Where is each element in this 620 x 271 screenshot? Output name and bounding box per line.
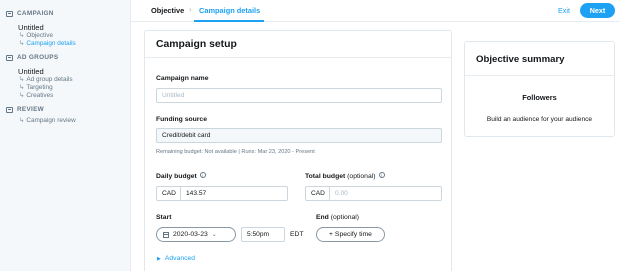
start-date-value: 2020-03-23: [173, 231, 208, 238]
sidebar-section-review: REVIEW ↳ Campaign review: [6, 105, 130, 125]
sidebar-section-ad-groups: AD GROUPS Untitled ↳ Ad group details ↳ …: [6, 53, 130, 100]
sidebar-item-ad-group-details[interactable]: ↳ Ad group details: [19, 76, 130, 84]
sidebar-item-label: Ad group details: [26, 76, 73, 83]
sidebar-section-header: REVIEW: [6, 105, 130, 114]
sidebar-item-creatives[interactable]: ↳ Creatives: [19, 92, 130, 100]
daily-budget-value: 143.57: [186, 190, 207, 197]
summary-description: Build an audience for your audience: [486, 116, 593, 123]
summary-title: Objective summary: [465, 42, 614, 76]
optional-text: (optional): [330, 214, 360, 221]
end-label: End (optional): [316, 214, 359, 221]
advanced-label: Advanced: [164, 255, 196, 262]
start-time-input[interactable]: 5:50pm: [241, 227, 285, 242]
daily-budget-input[interactable]: CAD 143.57: [156, 186, 288, 201]
exit-link[interactable]: Exit: [558, 6, 570, 15]
currency-prefix: CAD: [306, 187, 330, 200]
review-icon: [6, 106, 13, 113]
info-icon[interactable]: i: [199, 172, 206, 178]
sidebar-item-label: Creatives: [26, 92, 54, 99]
start-label: Start: [156, 214, 172, 221]
optional-text: (optional): [347, 173, 376, 180]
sidebar-item-label: Objective: [26, 32, 53, 39]
sidebar-campaign-name[interactable]: Untitled: [18, 23, 130, 32]
campaign-setup-card: Campaign setup Campaign name Untitled Fu…: [144, 30, 452, 271]
section-title: CAMPAIGN: [17, 10, 54, 17]
sub-arrow-icon: ↳: [19, 92, 25, 99]
sub-arrow-icon: ↳: [19, 76, 25, 83]
calendar-icon: [163, 231, 169, 238]
chevron-down-icon: ⌄: [211, 232, 217, 238]
total-budget-input[interactable]: CAD 0.00: [305, 186, 442, 201]
daily-budget-label: Daily budget i: [156, 172, 206, 180]
sidebar-item-campaign-details[interactable]: ↳ Campaign details: [19, 40, 130, 48]
sidebar-item-label: Campaign details: [26, 40, 76, 47]
section-title: AD GROUPS: [17, 54, 59, 61]
sidebar-item-label: Campaign review: [26, 117, 76, 124]
section-title: REVIEW: [17, 106, 45, 113]
advanced-toggle[interactable]: ▶ Advanced: [157, 255, 195, 262]
funding-source-label: Funding source: [156, 116, 207, 123]
next-button[interactable]: Next: [580, 3, 615, 18]
sidebar-section-header: CAMPAIGN: [6, 9, 130, 18]
total-budget-label-text: Total budget: [305, 173, 346, 180]
active-tab-indicator: [194, 20, 264, 22]
campaign-name-input[interactable]: Untitled: [156, 88, 442, 103]
campaign-icon: [6, 10, 13, 17]
sidebar-item-label: Targeting: [26, 84, 53, 91]
sidebar-item-targeting[interactable]: ↳ Targeting: [19, 84, 130, 92]
funding-hint: Remaining budget: Not available | Runs: …: [156, 149, 315, 155]
funding-source-select[interactable]: Credit/debit card: [156, 128, 442, 143]
sidebar-item-campaign-review[interactable]: ↳ Campaign review: [19, 117, 130, 125]
ad-groups-icon: [6, 54, 13, 61]
specify-time-button[interactable]: + Specify time: [316, 227, 385, 242]
total-budget-label: Total budget (optional) i: [305, 172, 385, 180]
card-title: Campaign setup: [145, 31, 451, 58]
sub-arrow-icon: ↳: [19, 117, 25, 124]
sub-arrow-icon: ↳: [19, 32, 25, 39]
info-icon[interactable]: i: [378, 172, 385, 178]
caret-right-icon: ▶: [157, 255, 161, 262]
sidebar-section-campaign: CAMPAIGN Untitled ↳ Objective ↳ Campaign…: [6, 9, 130, 48]
chevron-right-icon: ›: [189, 5, 192, 14]
timezone-label: EDT: [290, 231, 304, 238]
top-bar: Objective › Campaign details Exit Next: [131, 0, 620, 22]
sidebar: CAMPAIGN Untitled ↳ Objective ↳ Campaign…: [0, 0, 131, 271]
sub-arrow-icon: ↳: [19, 40, 25, 47]
breadcrumb-objective[interactable]: Objective: [151, 6, 184, 15]
sub-arrow-icon: ↳: [19, 84, 25, 91]
daily-budget-label-text: Daily budget: [156, 173, 197, 180]
objective-summary-card: Objective summary Followers Build an aud…: [464, 41, 615, 137]
breadcrumb-campaign-details[interactable]: Campaign details: [199, 6, 260, 15]
sidebar-ad-group-name[interactable]: Untitled: [18, 67, 130, 76]
end-label-text: End: [316, 214, 329, 221]
sidebar-section-header: AD GROUPS: [6, 53, 130, 62]
total-budget-placeholder: 0.00: [335, 190, 348, 197]
sidebar-item-objective[interactable]: ↳ Objective: [19, 32, 130, 40]
campaign-name-label: Campaign name: [156, 75, 209, 82]
start-date-picker[interactable]: 2020-03-23 ⌄: [156, 227, 236, 242]
currency-prefix: CAD: [157, 187, 181, 200]
summary-objective: Followers: [522, 93, 557, 102]
